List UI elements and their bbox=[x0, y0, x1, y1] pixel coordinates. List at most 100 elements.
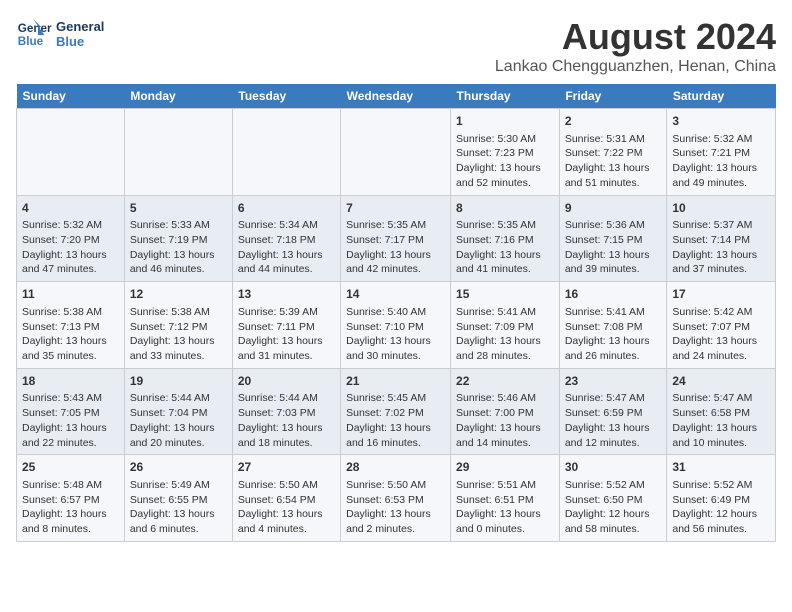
day-number: 23 bbox=[565, 373, 662, 390]
day-info: Daylight: 13 hours and 49 minutes. bbox=[672, 161, 770, 190]
day-info: Sunset: 7:00 PM bbox=[456, 406, 554, 421]
day-info: Daylight: 13 hours and 31 minutes. bbox=[238, 334, 335, 363]
col-header-monday: Monday bbox=[124, 84, 232, 109]
day-info: Daylight: 13 hours and 24 minutes. bbox=[672, 334, 770, 363]
day-info: Daylight: 13 hours and 22 minutes. bbox=[22, 421, 119, 450]
day-info: Sunset: 6:54 PM bbox=[238, 493, 335, 508]
calendar-cell: 11Sunrise: 5:38 AMSunset: 7:13 PMDayligh… bbox=[17, 282, 125, 369]
day-number: 16 bbox=[565, 286, 662, 303]
calendar-cell: 22Sunrise: 5:46 AMSunset: 7:00 PMDayligh… bbox=[451, 368, 560, 455]
title-block: August 2024 Lankao Chengguanzhen, Henan,… bbox=[495, 16, 776, 76]
calendar-cell: 17Sunrise: 5:42 AMSunset: 7:07 PMDayligh… bbox=[667, 282, 776, 369]
calendar-cell: 27Sunrise: 5:50 AMSunset: 6:54 PMDayligh… bbox=[232, 455, 340, 542]
day-info: Daylight: 13 hours and 39 minutes. bbox=[565, 248, 662, 277]
day-info: Daylight: 13 hours and 12 minutes. bbox=[565, 421, 662, 450]
logo-blue: Blue bbox=[56, 34, 104, 49]
calendar-cell: 4Sunrise: 5:32 AMSunset: 7:20 PMDaylight… bbox=[17, 195, 125, 282]
day-info: Sunrise: 5:50 AM bbox=[346, 478, 445, 493]
day-info: Sunset: 7:04 PM bbox=[130, 406, 227, 421]
svg-text:General: General bbox=[18, 22, 52, 35]
col-header-thursday: Thursday bbox=[451, 84, 560, 109]
day-info: Sunrise: 5:35 AM bbox=[346, 218, 445, 233]
calendar-cell: 12Sunrise: 5:38 AMSunset: 7:12 PMDayligh… bbox=[124, 282, 232, 369]
day-info: Sunset: 6:58 PM bbox=[672, 406, 770, 421]
day-info: Sunset: 7:15 PM bbox=[565, 233, 662, 248]
day-number: 12 bbox=[130, 286, 227, 303]
calendar-cell: 20Sunrise: 5:44 AMSunset: 7:03 PMDayligh… bbox=[232, 368, 340, 455]
calendar-header-row: SundayMondayTuesdayWednesdayThursdayFrid… bbox=[17, 84, 776, 109]
day-info: Sunrise: 5:52 AM bbox=[565, 478, 662, 493]
day-info: Daylight: 13 hours and 30 minutes. bbox=[346, 334, 445, 363]
calendar-cell: 5Sunrise: 5:33 AMSunset: 7:19 PMDaylight… bbox=[124, 195, 232, 282]
calendar-cell: 15Sunrise: 5:41 AMSunset: 7:09 PMDayligh… bbox=[451, 282, 560, 369]
day-info: Daylight: 13 hours and 16 minutes. bbox=[346, 421, 445, 450]
day-number: 1 bbox=[456, 113, 554, 130]
day-number: 19 bbox=[130, 373, 227, 390]
day-info: Sunrise: 5:34 AM bbox=[238, 218, 335, 233]
week-row-0: 1Sunrise: 5:30 AMSunset: 7:23 PMDaylight… bbox=[17, 109, 776, 196]
day-info: Sunrise: 5:40 AM bbox=[346, 305, 445, 320]
week-row-3: 18Sunrise: 5:43 AMSunset: 7:05 PMDayligh… bbox=[17, 368, 776, 455]
day-info: Sunrise: 5:35 AM bbox=[456, 218, 554, 233]
day-info: Sunset: 7:20 PM bbox=[22, 233, 119, 248]
week-row-2: 11 Sunrise: 5:38 AM Sunset: 7:13 PM Dayligh… bbox=[17, 282, 776, 369]
day-number: 13 bbox=[238, 286, 335, 303]
logo: General Blue General Blue bbox=[16, 16, 104, 52]
day-number: 31 bbox=[672, 459, 770, 476]
calendar-cell: 13Sunrise: 5:39 AMSunset: 7:11 PMDayligh… bbox=[232, 282, 340, 369]
calendar-cell: 18Sunrise: 5:43 AMSunset: 7:05 PMDayligh… bbox=[17, 368, 125, 455]
day-number: 11 bbox=[22, 286, 119, 303]
header: General Blue General Blue August 2024 La… bbox=[16, 16, 776, 76]
calendar-cell: 6Sunrise: 5:34 AMSunset: 7:18 PMDaylight… bbox=[232, 195, 340, 282]
day-info: Sunrise: 5:36 AM bbox=[565, 218, 662, 233]
calendar-cell bbox=[124, 109, 232, 196]
day-info: Sunset: 6:50 PM bbox=[565, 493, 662, 508]
day-info: Sunrise: 5:46 AM bbox=[456, 391, 554, 406]
day-info: Daylight: 13 hours and 47 minutes. bbox=[22, 248, 119, 277]
day-info: Daylight: 13 hours and 51 minutes. bbox=[565, 161, 662, 190]
day-number: 17 bbox=[672, 286, 770, 303]
calendar-cell bbox=[341, 109, 451, 196]
day-number: 26 bbox=[130, 459, 227, 476]
calendar-cell: 24Sunrise: 5:47 AMSunset: 6:58 PMDayligh… bbox=[667, 368, 776, 455]
day-info: Daylight: 12 hours and 56 minutes. bbox=[672, 507, 770, 536]
calendar-table: SundayMondayTuesdayWednesdayThursdayFrid… bbox=[16, 84, 776, 542]
day-info: Daylight: 13 hours and 52 minutes. bbox=[456, 161, 554, 190]
day-info: Sunrise: 5:42 AM bbox=[672, 305, 770, 320]
day-info: Sunset: 7:11 PM bbox=[238, 320, 335, 335]
calendar-cell: 29Sunrise: 5:51 AMSunset: 6:51 PMDayligh… bbox=[451, 455, 560, 542]
day-info: Sunrise: 5:47 AM bbox=[672, 391, 770, 406]
calendar-cell: 16Sunrise: 5:41 AMSunset: 7:08 PMDayligh… bbox=[559, 282, 667, 369]
day-info: Sunset: 6:59 PM bbox=[565, 406, 662, 421]
day-info: Sunrise: 5:38 AM bbox=[130, 305, 227, 320]
calendar-cell: 28Sunrise: 5:50 AMSunset: 6:53 PMDayligh… bbox=[341, 455, 451, 542]
day-info: Daylight: 13 hours and 37 minutes. bbox=[672, 248, 770, 277]
day-number: 22 bbox=[456, 373, 554, 390]
calendar-cell: 26Sunrise: 5:49 AMSunset: 6:55 PMDayligh… bbox=[124, 455, 232, 542]
day-info: Sunset: 7:08 PM bbox=[565, 320, 662, 335]
day-number: 27 bbox=[238, 459, 335, 476]
calendar-cell: 14Sunrise: 5:40 AMSunset: 7:10 PMDayligh… bbox=[341, 282, 451, 369]
day-info: Daylight: 13 hours and 18 minutes. bbox=[238, 421, 335, 450]
day-number: 10 bbox=[672, 200, 770, 217]
day-info: Sunset: 7:21 PM bbox=[672, 146, 770, 161]
day-info: Sunset: 6:49 PM bbox=[672, 493, 770, 508]
day-number: 20 bbox=[238, 373, 335, 390]
calendar-cell: 7Sunrise: 5:35 AMSunset: 7:17 PMDaylight… bbox=[341, 195, 451, 282]
calendar-cell: 25Sunrise: 5:48 AMSunset: 6:57 PMDayligh… bbox=[17, 455, 125, 542]
col-header-friday: Friday bbox=[559, 84, 667, 109]
svg-text:Blue: Blue bbox=[18, 35, 44, 48]
day-info: Sunrise: 5:43 AM bbox=[22, 391, 119, 406]
calendar-cell: 1Sunrise: 5:30 AMSunset: 7:23 PMDaylight… bbox=[451, 109, 560, 196]
day-number: 24 bbox=[672, 373, 770, 390]
day-number: 9 bbox=[565, 200, 662, 217]
day-info: Sunset: 7:19 PM bbox=[130, 233, 227, 248]
calendar-cell bbox=[17, 109, 125, 196]
calendar-cell: 2Sunrise: 5:31 AMSunset: 7:22 PMDaylight… bbox=[559, 109, 667, 196]
day-info: Sunrise: 5:32 AM bbox=[22, 218, 119, 233]
day-number: 4 bbox=[22, 200, 119, 217]
day-info: Sunset: 7:13 PM bbox=[22, 320, 119, 335]
day-number: 29 bbox=[456, 459, 554, 476]
day-info: Sunset: 7:23 PM bbox=[456, 146, 554, 161]
col-header-wednesday: Wednesday bbox=[341, 84, 451, 109]
